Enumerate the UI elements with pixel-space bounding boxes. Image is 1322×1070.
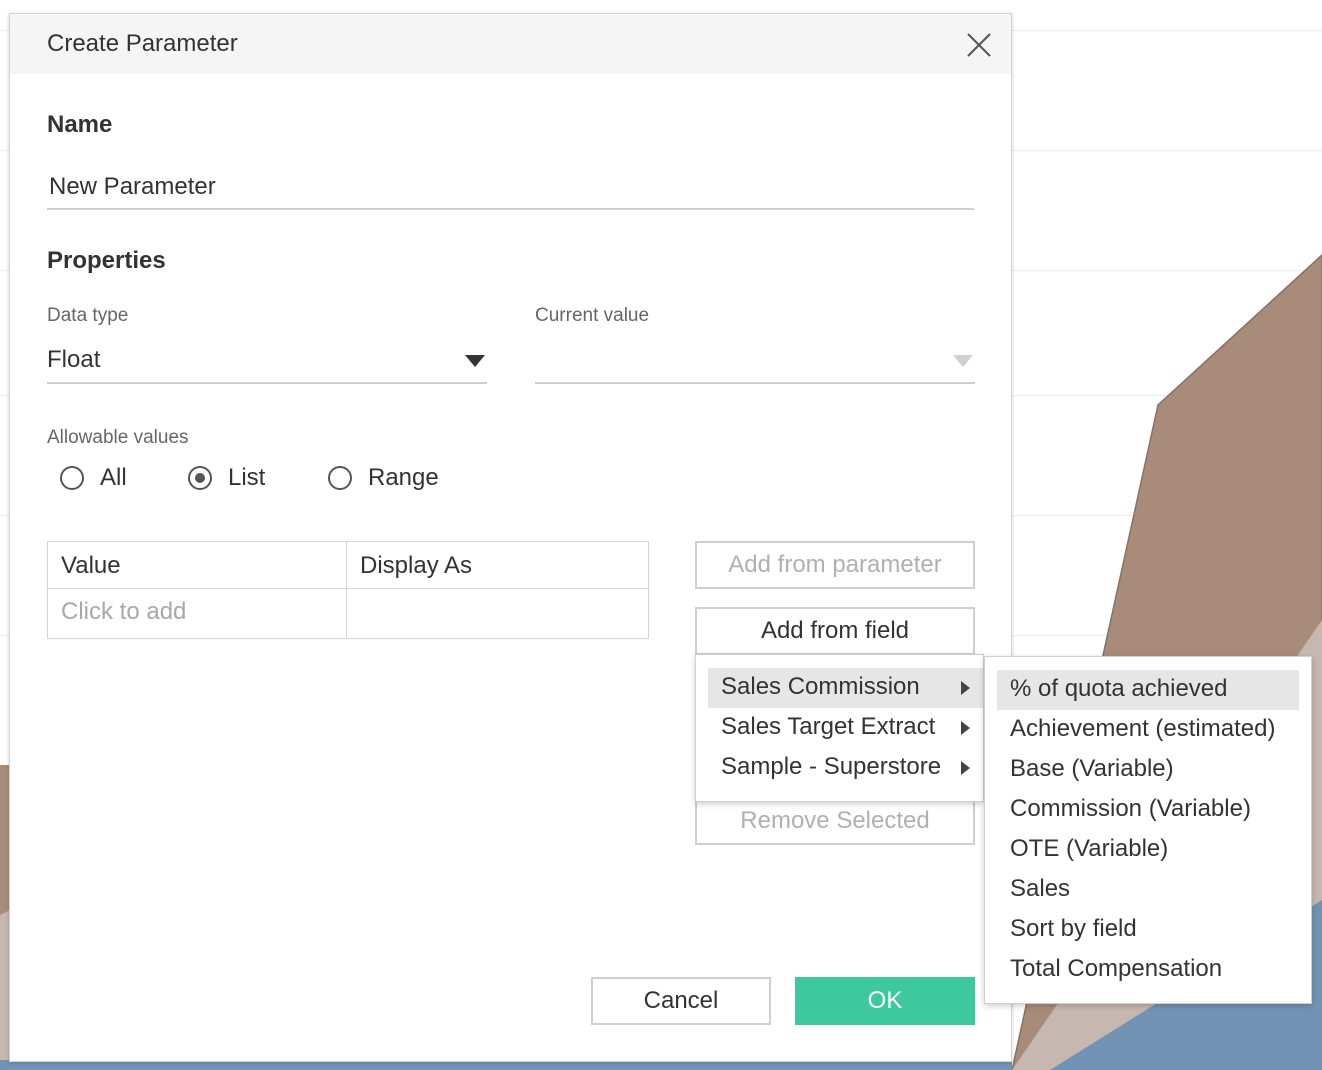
display-as-cell[interactable] [347,589,647,637]
menu-item-field[interactable]: Commission (Variable) [997,790,1299,830]
create-parameter-dialog: Create Parameter Name Properties Data ty… [9,13,1012,1062]
menu-item-label: Achievement (estimated) [1010,715,1276,742]
menu-item-field[interactable]: Sort by field [997,910,1299,950]
current-value-label: Current value [535,305,650,326]
field-submenu: % of quota achieved Achievement (estimat… [984,656,1312,1004]
menu-item-field[interactable]: Total Compensation [997,950,1299,990]
menu-item-field[interactable]: Achievement (estimated) [997,710,1299,750]
menu-item-label: Sales Commission [721,673,920,700]
menu-item-sales-commission[interactable]: Sales Commission [708,668,983,708]
parameter-name-input[interactable] [47,166,974,210]
cancel-button[interactable]: Cancel [591,977,771,1025]
data-type-select[interactable]: Float [47,340,487,384]
menu-item-field[interactable]: Sales [997,870,1299,910]
datasource-menu: Sales Commission Sales Target Extract Sa… [695,654,984,802]
menu-item-label: Base (Variable) [1010,755,1174,782]
current-value-select[interactable] [535,340,975,384]
radio-label: All [100,464,127,491]
ok-button[interactable]: OK [795,977,975,1025]
table-header-display-as: Display As [360,552,473,579]
menu-item-label: Sales [1010,875,1071,902]
menu-item-sales-target-extract[interactable]: Sales Target Extract [708,708,983,748]
remove-selected-button[interactable]: Remove Selected [695,797,975,845]
data-type-value: Float [47,346,101,373]
close-icon [967,33,991,57]
menu-item-label: Commission (Variable) [1010,795,1251,822]
click-to-add-cell[interactable]: Click to add [48,598,186,626]
menu-item-label: OTE (Variable) [1010,835,1169,862]
chevron-down-icon [953,355,973,367]
dialog-title: Create Parameter [47,30,238,57]
radio-button [328,466,352,490]
table-header-value: Value [61,552,121,579]
radio-label: List [228,464,266,491]
radio-label: Range [368,464,439,491]
properties-heading: Properties [47,247,166,274]
menu-item-field[interactable]: OTE (Variable) [997,830,1299,870]
allowable-values-label: Allowable values [47,427,189,448]
menu-item-field[interactable]: % of quota achieved [997,670,1299,710]
name-heading: Name [47,111,113,138]
menu-item-sample-superstore[interactable]: Sample - Superstore [708,748,983,788]
dialog-titlebar: Create Parameter [10,14,1011,74]
chevron-down-icon [465,355,485,367]
menu-item-label: % of quota achieved [1010,675,1228,702]
close-button[interactable] [965,31,993,59]
data-type-label: Data type [47,305,129,326]
values-table: Value Display As Click to add [47,541,649,639]
menu-item-label: Sample - Superstore [721,753,942,780]
radio-button [60,466,84,490]
menu-item-label: Sort by field [1010,915,1137,942]
chevron-right-icon [961,681,970,695]
menu-item-label: Total Compensation [1010,955,1223,982]
chevron-right-icon [961,721,970,735]
menu-item-label: Sales Target Extract [721,713,936,740]
chevron-right-icon [961,761,970,775]
menu-item-field[interactable]: Base (Variable) [997,750,1299,790]
add-from-parameter-button[interactable]: Add from parameter [695,541,975,589]
radio-button-selected [188,466,212,490]
add-from-field-button[interactable]: Add from field [695,607,975,655]
